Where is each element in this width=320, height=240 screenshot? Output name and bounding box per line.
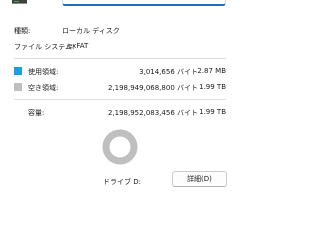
separator <box>14 58 226 59</box>
used-space-label: 使用領域: <box>28 68 59 76</box>
drive-name-input[interactable] <box>62 0 226 6</box>
used-space-swatch <box>14 67 22 75</box>
free-space-label: 空き領域: <box>28 84 59 92</box>
type-label: 種類: <box>14 27 31 35</box>
free-space-bytes: 2,198,949,068,800 バイト <box>107 84 198 92</box>
file-system-label: ファイル システム: <box>14 43 75 51</box>
drive-icon <box>12 0 27 4</box>
capacity-size: 1.99 TB <box>199 108 226 116</box>
used-space-bytes: 3,014,656 バイト <box>139 68 198 76</box>
details-button[interactable]: 詳細(D) <box>172 171 227 187</box>
used-space-size: 2.87 MB <box>197 67 226 75</box>
file-system-value: exFAT <box>68 42 89 50</box>
capacity-bytes: 2,198,952,083,456 バイト <box>107 109 198 117</box>
type-value: ローカル ディスク <box>62 27 120 35</box>
usage-donut-chart <box>102 129 138 165</box>
separator <box>14 99 226 100</box>
donut-free-segment <box>102 129 138 165</box>
capacity-label: 容量: <box>28 109 45 117</box>
drive-caption: ドライブ D: <box>103 178 141 186</box>
free-space-size: 1.99 TB <box>199 83 226 91</box>
free-space-swatch <box>14 83 22 91</box>
